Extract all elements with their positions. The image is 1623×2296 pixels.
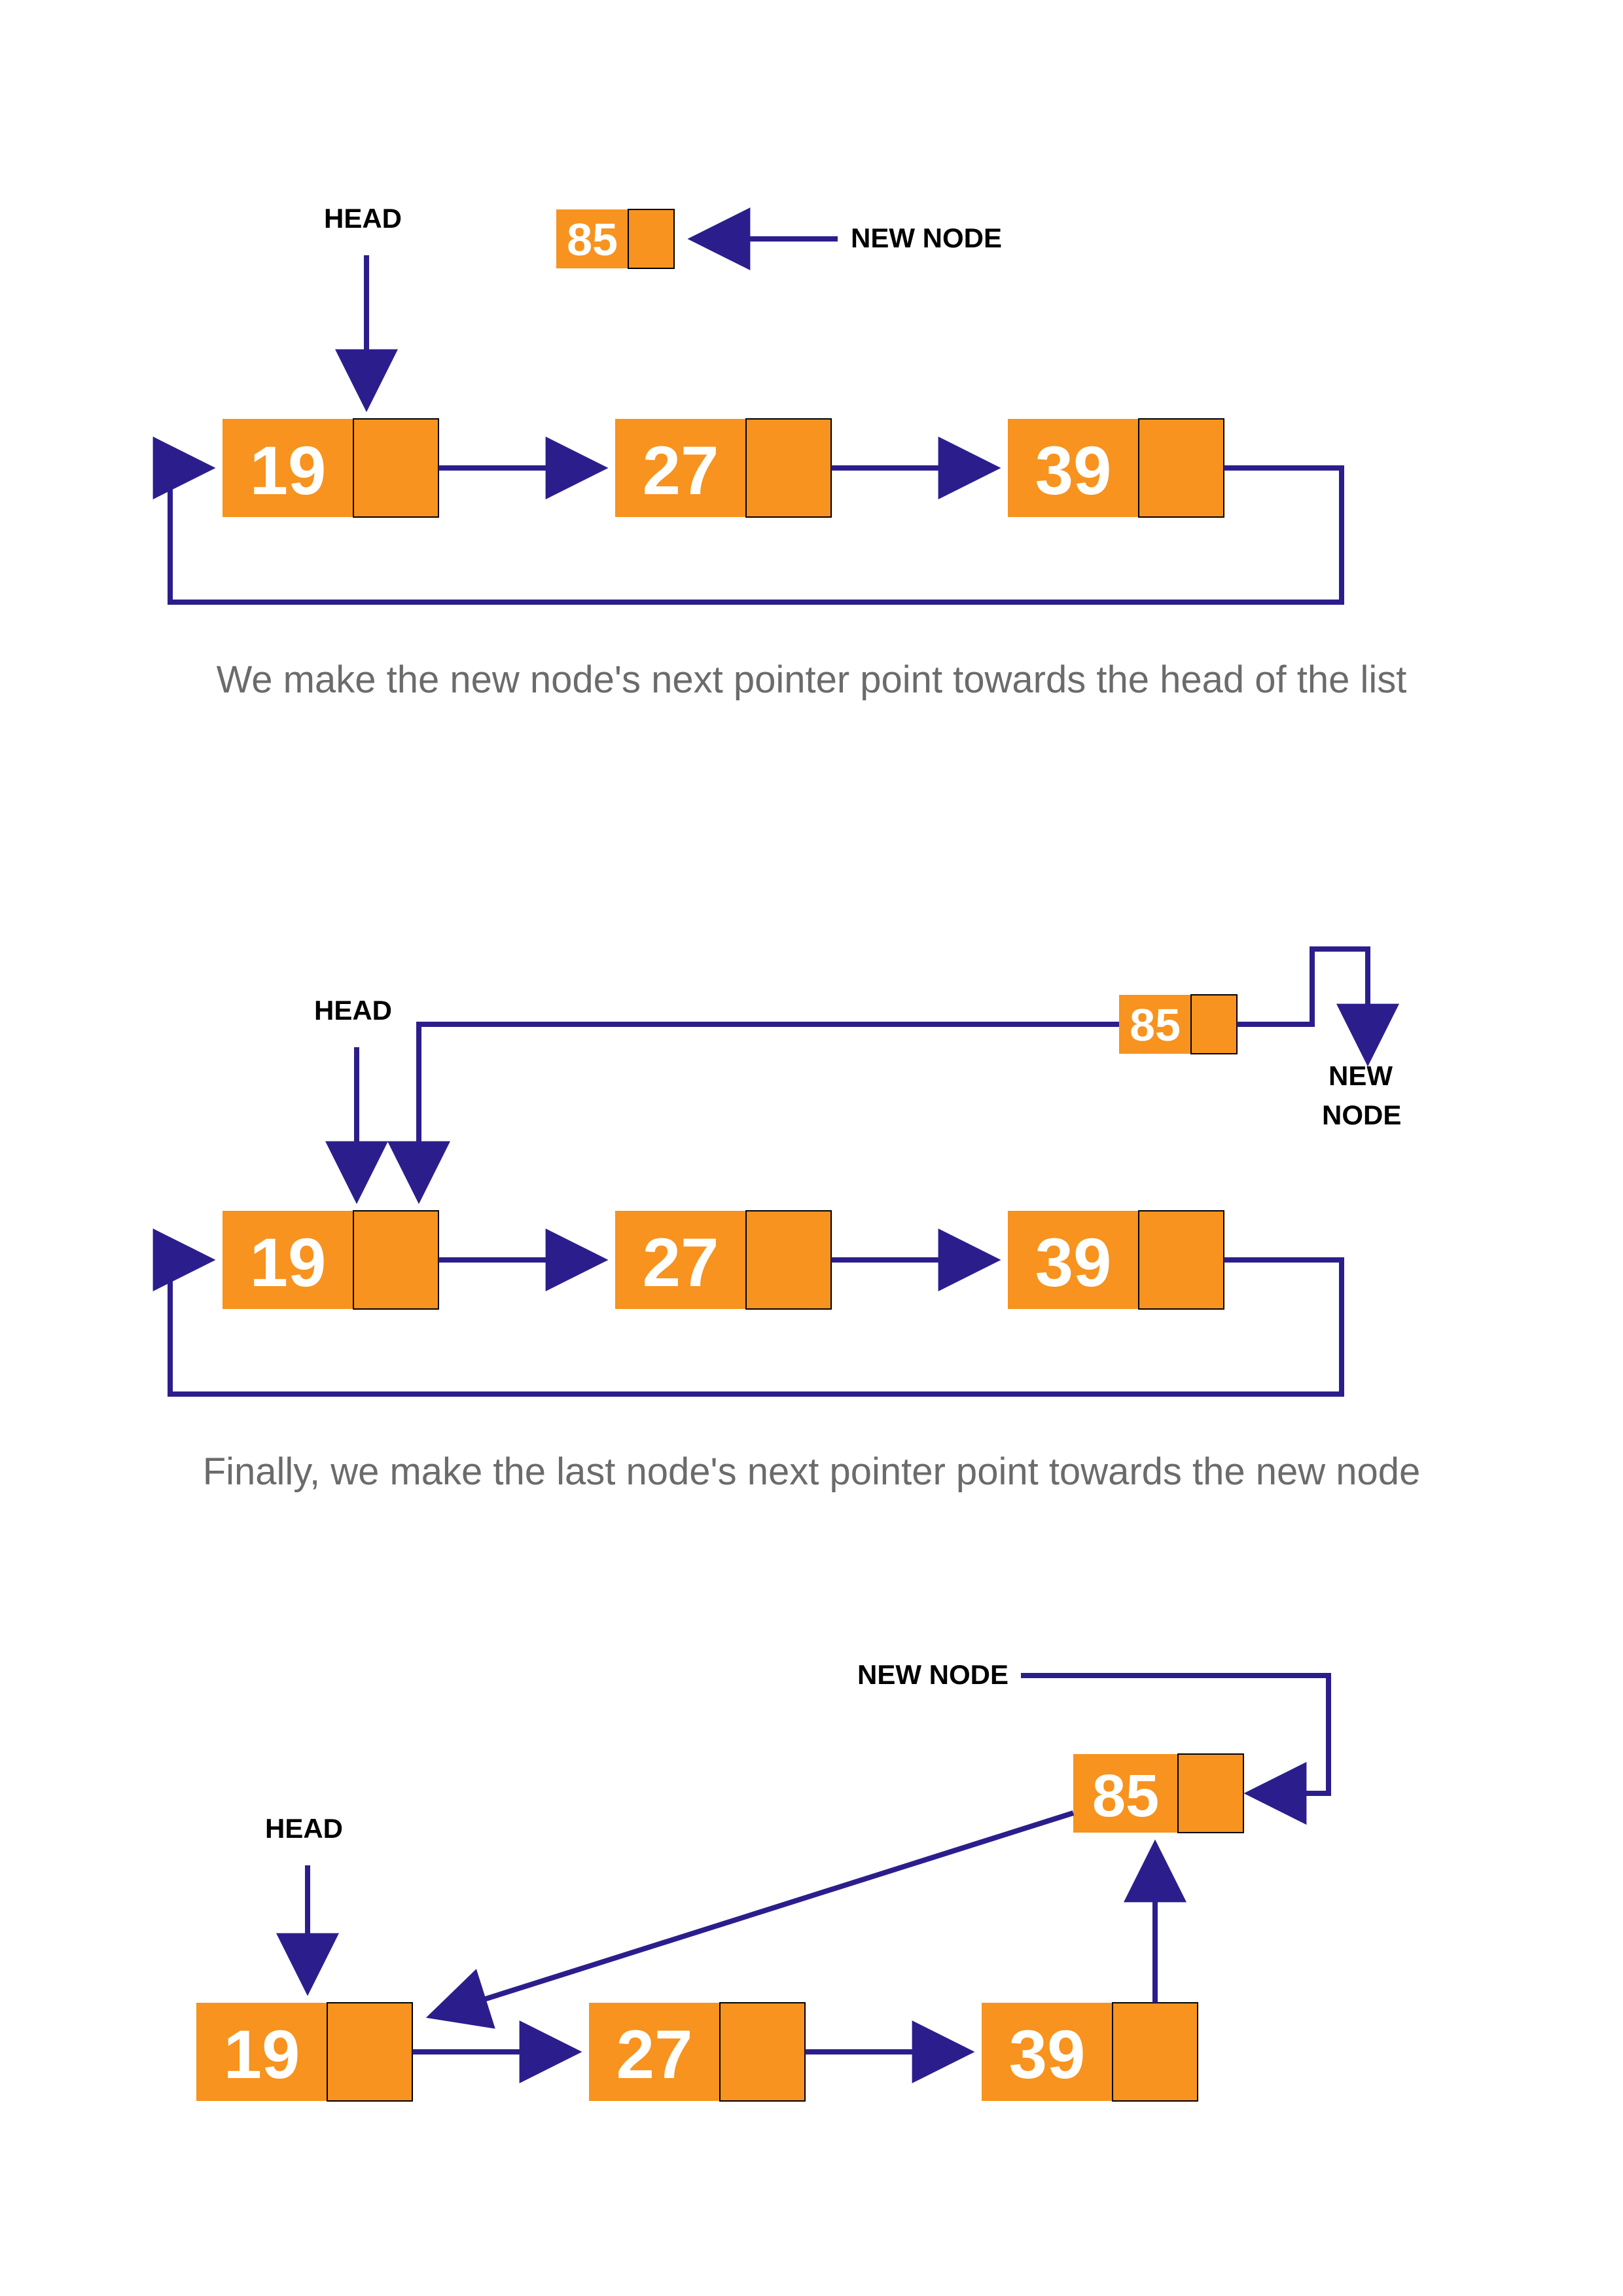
- node-85-value: 85: [567, 214, 618, 265]
- newnode-label-2b: NODE: [1322, 1100, 1401, 1131]
- node-27-value: 27: [643, 433, 719, 509]
- node-27: 27: [589, 2003, 805, 2101]
- stage-1: 85 19 27 39: [170, 209, 1342, 602]
- node-39-value: 39: [1035, 433, 1112, 509]
- node-85: 85: [1119, 995, 1237, 1054]
- arrow-85-to-19: [419, 1024, 1119, 1198]
- node-85: 85: [556, 209, 674, 268]
- head-label: HEAD: [324, 203, 402, 234]
- node-19-value: 19: [224, 2017, 300, 2093]
- node-85-value: 85: [1130, 999, 1181, 1050]
- node-39: 39: [982, 2003, 1198, 2101]
- arrow-85-to-19: [432, 1813, 1073, 2016]
- node-27-value: 27: [643, 1225, 719, 1301]
- node-19: 19: [223, 419, 438, 517]
- caption-2: Finally, we make the last node's next po…: [0, 1446, 1623, 1498]
- newnode-label-2a: NEW: [1329, 1060, 1393, 1092]
- node-19-value: 19: [250, 433, 327, 509]
- newnode-label: NEW NODE: [851, 223, 1002, 254]
- head-label-2: HEAD: [314, 995, 392, 1026]
- diagram-svg: 85 19 27 39 85: [0, 0, 1623, 2296]
- newnode-label-3: NEW NODE: [857, 1659, 1008, 1691]
- node-39-value: 39: [1009, 2017, 1086, 2093]
- node-85: 85: [1073, 1754, 1243, 1833]
- stage-3: 85 19 27 39: [196, 1676, 1329, 2101]
- node-19: 19: [196, 2003, 412, 2101]
- node-19-value: 19: [250, 1225, 327, 1301]
- caption-1: We make the new node's next pointer poin…: [0, 655, 1623, 706]
- node-27: 27: [615, 419, 831, 517]
- arrow-newnode-label: [1237, 949, 1368, 1060]
- node-39-value: 39: [1035, 1225, 1112, 1301]
- node-27: 27: [615, 1211, 831, 1309]
- node-39: 39: [1008, 419, 1224, 517]
- node-27-value: 27: [616, 2017, 693, 2093]
- node-39: 39: [1008, 1211, 1224, 1309]
- node-19: 19: [223, 1211, 438, 1309]
- node-85-value: 85: [1092, 1763, 1159, 1829]
- head-label-3: HEAD: [265, 1813, 343, 1844]
